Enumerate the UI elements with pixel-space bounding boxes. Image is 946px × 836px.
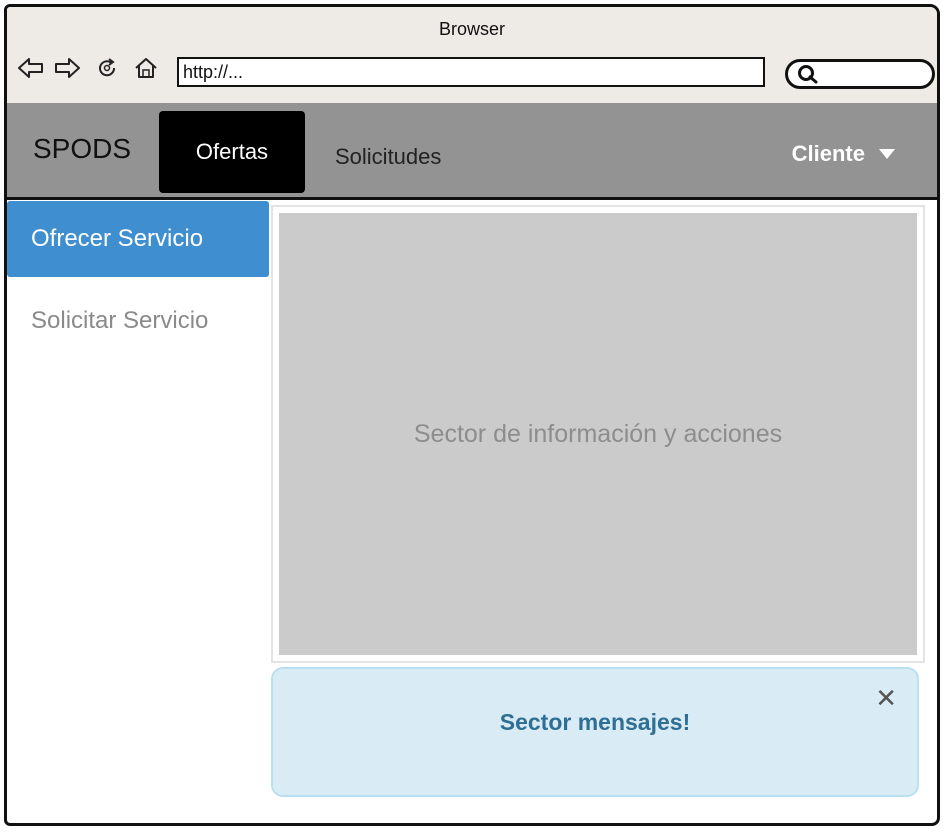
tab-solicitudes[interactable]: Solicitudes bbox=[335, 144, 441, 170]
back-arrow-icon[interactable] bbox=[17, 56, 45, 85]
sidebar-item-solicitar-servicio[interactable]: Solicitar Servicio bbox=[31, 307, 208, 335]
brand-logo[interactable]: SPODS bbox=[33, 133, 131, 165]
forward-arrow-icon[interactable] bbox=[53, 56, 81, 85]
content-placeholder-text: Sector de información y acciones bbox=[413, 419, 783, 448]
close-icon[interactable]: ✕ bbox=[875, 683, 897, 714]
top-navbar: SPODS Ofertas Solicitudes Cliente bbox=[7, 103, 937, 200]
search-icon bbox=[796, 63, 820, 90]
alert-message: Sector mensajes! bbox=[499, 709, 691, 735]
caret-down-icon bbox=[879, 149, 895, 159]
browser-titlebar: Browser http://... bbox=[7, 7, 937, 106]
browser-search-field[interactable] bbox=[785, 59, 935, 89]
message-alert: Sector mensajes! ✕ bbox=[271, 667, 919, 797]
browser-window: Browser http://... SPODS Ofertas Solicit… bbox=[4, 4, 940, 826]
sidebar-item-ofrecer-servicio[interactable]: Ofrecer Servicio bbox=[7, 201, 269, 277]
content-placeholder: Sector de información y acciones bbox=[279, 213, 917, 655]
window-title: Browser bbox=[438, 19, 505, 39]
tab-ofertas[interactable]: Ofertas bbox=[159, 111, 305, 193]
user-menu-label: Cliente bbox=[791, 141, 865, 166]
home-icon[interactable] bbox=[133, 56, 159, 85]
reload-icon[interactable] bbox=[95, 56, 119, 85]
user-menu-dropdown[interactable]: Cliente bbox=[792, 141, 895, 167]
main-content-panel: Sector de información y acciones bbox=[271, 205, 925, 663]
address-bar[interactable]: http://... bbox=[177, 57, 765, 87]
